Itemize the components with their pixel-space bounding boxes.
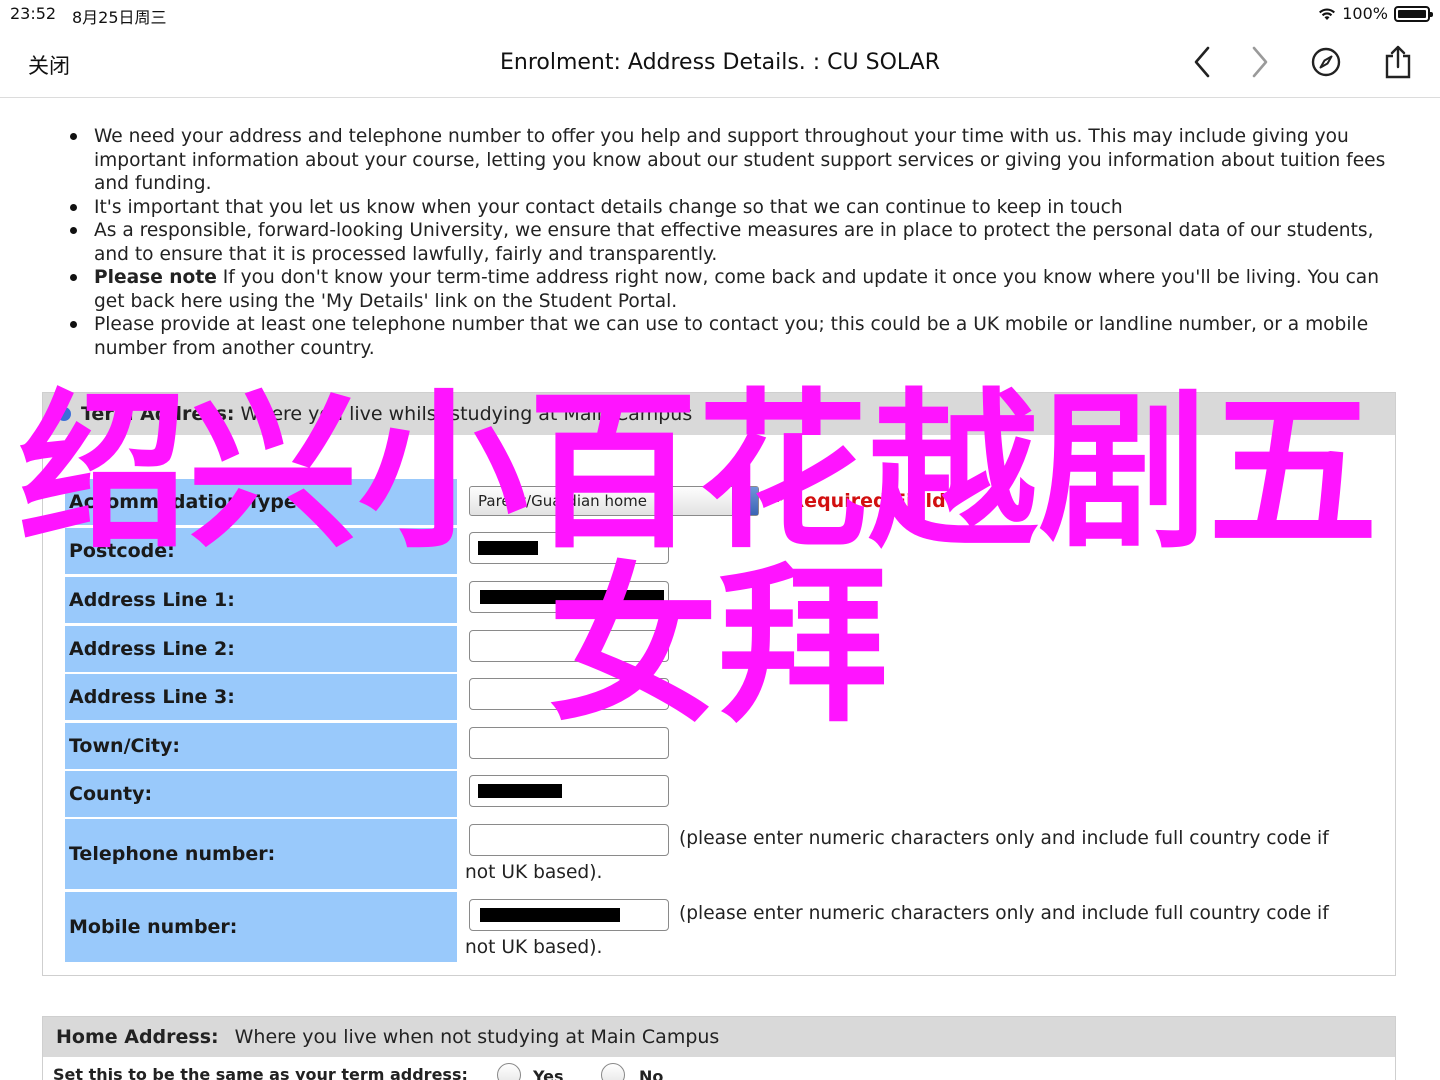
telephone-hint: (please enter numeric characters only an… <box>679 828 1329 849</box>
mobile-number-input[interactable] <box>469 899 669 931</box>
status-indicators: 100% <box>1318 4 1433 23</box>
home-address-heading: Home Address: Where you live when not stu… <box>43 1017 1395 1057</box>
same-address-no-radio[interactable] <box>601 1063 625 1080</box>
same-as-term-label: Set this to be the same as your term add… <box>53 1065 468 1080</box>
bullet-item: We need your address and telephone numbe… <box>70 125 1400 196</box>
no-label: No <box>639 1067 664 1080</box>
watermark-line-1: 绍兴小百花越剧五 <box>18 374 1379 572</box>
back-icon[interactable] <box>1184 44 1220 80</box>
telephone-number-label: Telephone number: <box>65 819 457 889</box>
mobile-number-label: Mobile number: <box>65 892 457 962</box>
watermark-line-2: 女拜 <box>548 548 889 746</box>
status-time: 23:52 <box>10 4 57 23</box>
county-input[interactable] <box>469 775 669 807</box>
bullet-item: As a responsible, forward-looking Univer… <box>70 219 1400 266</box>
battery-icon <box>1394 5 1433 22</box>
home-address-panel: Home Address: Where you live when not stu… <box>42 1016 1396 1080</box>
browser-nav-bar: 关闭 Enrolment: Address Details. : CU SOLA… <box>0 28 1440 98</box>
telephone-number-input[interactable] <box>469 824 669 856</box>
wifi-icon <box>1319 7 1336 20</box>
mobile-hint-cont: not UK based). <box>465 937 603 958</box>
bullet-item: Please provide at least one telephone nu… <box>70 313 1400 360</box>
info-bullet-list: We need your address and telephone numbe… <box>70 125 1400 360</box>
address-line-2-label: Address Line 2: <box>65 626 457 672</box>
bullet-item: It's important that you let us know when… <box>70 196 1400 220</box>
county-label: County: <box>65 771 457 817</box>
yes-label: Yes <box>533 1067 564 1080</box>
bullet-item: Please note If you don't know your term-… <box>70 266 1400 313</box>
town-city-label: Town/City: <box>65 723 457 769</box>
address-line-1-label: Address Line 1: <box>65 577 457 623</box>
mobile-hint: (please enter numeric characters only an… <box>679 903 1329 924</box>
compass-icon[interactable] <box>1308 44 1344 80</box>
status-bar: 23:52 8月25日周三 100% <box>0 0 1440 28</box>
share-icon[interactable] <box>1380 44 1416 80</box>
redacted-value <box>480 908 620 922</box>
redacted-value <box>478 784 562 798</box>
status-date: 8月25日周三 <box>72 8 167 27</box>
forward-icon[interactable] <box>1242 44 1278 80</box>
battery-percent: 100% <box>1342 4 1388 23</box>
page-title: Enrolment: Address Details. : CU SOLAR <box>499 50 941 75</box>
telephone-hint-cont: not UK based). <box>465 862 603 883</box>
address-line-3-label: Address Line 3: <box>65 674 457 720</box>
same-address-yes-radio[interactable] <box>497 1063 521 1080</box>
